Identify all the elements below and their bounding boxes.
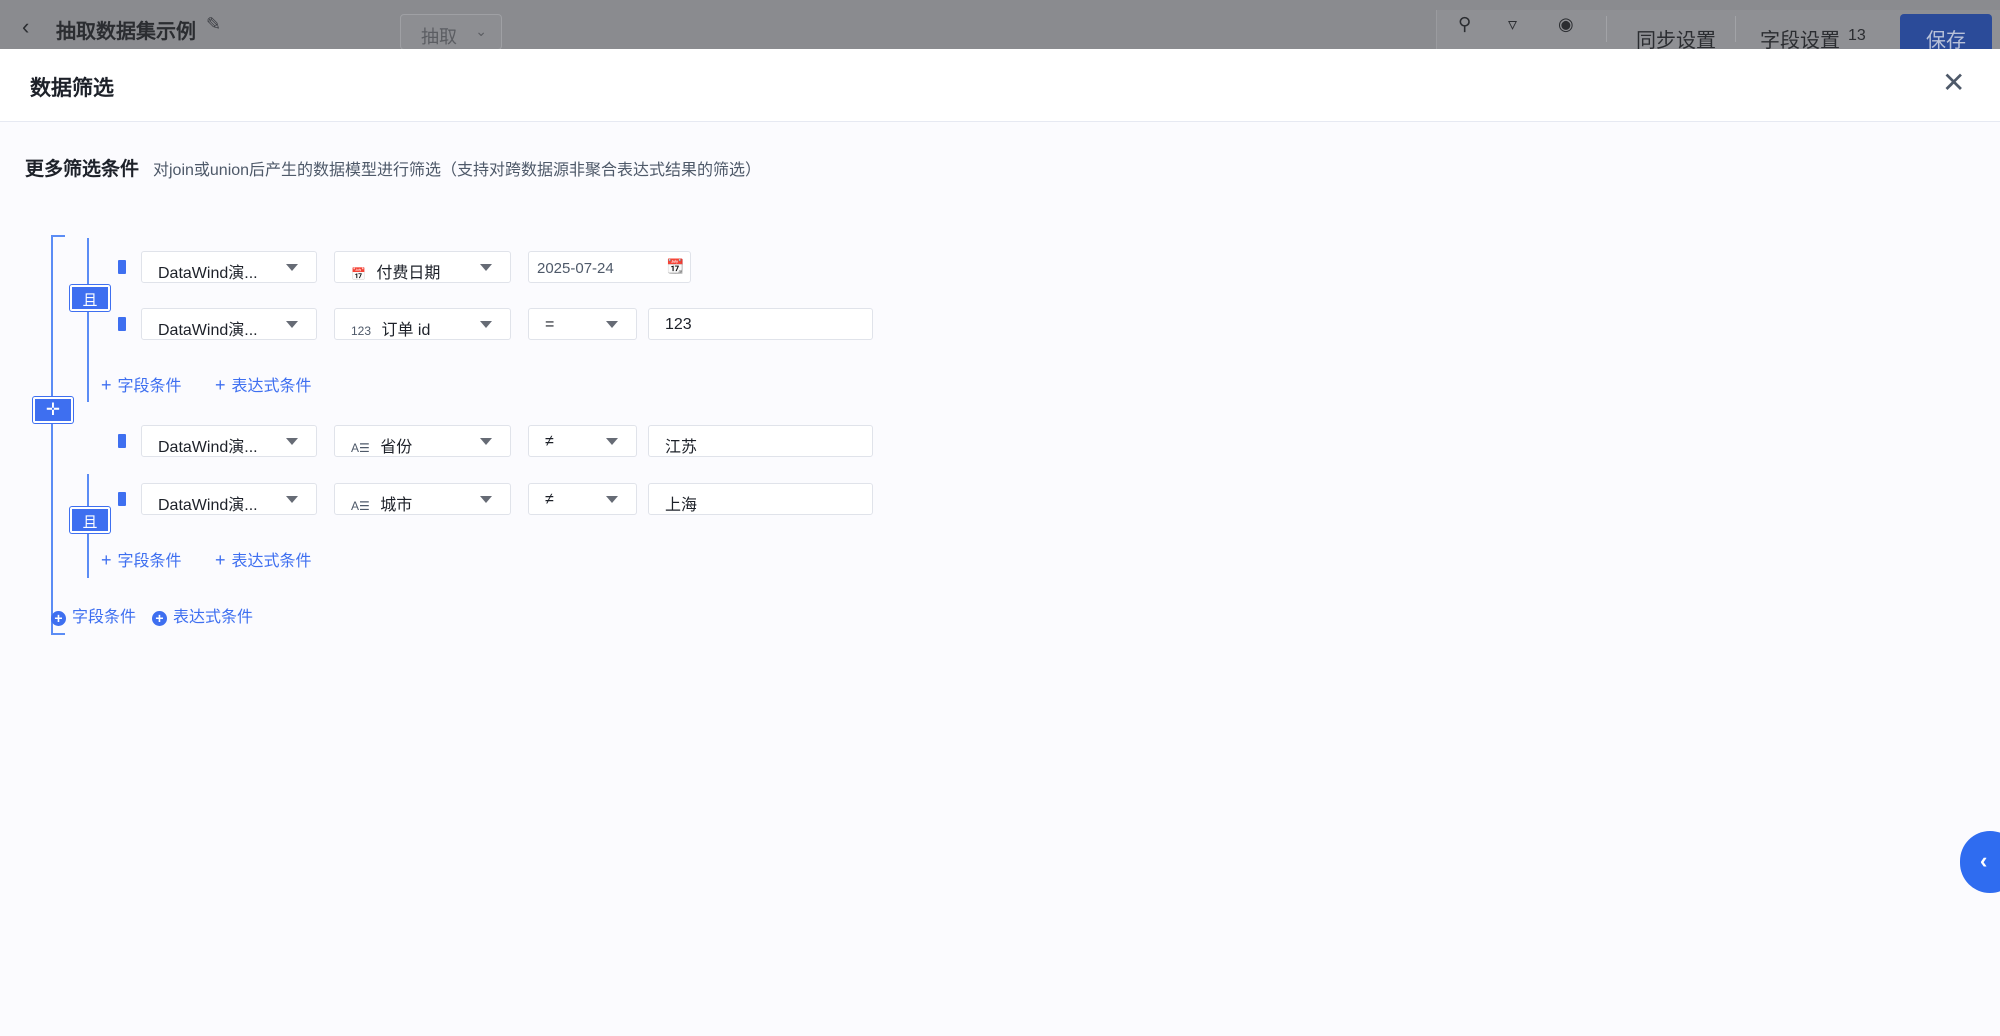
data-filter-drawer: 数据筛选 ✕ 更多筛选条件 对join或union后产生的数据模型进行筛选（支持… [0, 49, 2000, 1036]
field-value: 省份 [380, 439, 413, 456]
number-field-icon: 123 [351, 324, 372, 338]
chevron-left-icon: ‹ [1980, 848, 1988, 873]
toolbar-divider [1735, 16, 1736, 42]
data-source-select[interactable]: DataWind演... [141, 425, 317, 457]
dataset-title: 抽取数据集示例 [56, 21, 196, 43]
lineage-icon[interactable]: ⚲ [1458, 14, 1471, 35]
condition-marker [118, 434, 126, 448]
field-count-badge: 13 [1848, 27, 1866, 44]
drawer-title: 数据筛选 [30, 77, 114, 100]
caret-down-icon [286, 321, 298, 328]
caret-down-icon [286, 496, 298, 503]
date-value: 2025-07-24 [537, 260, 614, 277]
app-topbar: ‹ 抽取数据集示例 ✎ 抽取 ⌄ ⚲ ▿ ◉ 同步设置 字段设置 13 保存 [0, 0, 2000, 54]
field-select[interactable]: 123 订单 id [334, 308, 511, 340]
value-input[interactable]: 上海 [648, 483, 873, 515]
field-value: 付费日期 [376, 265, 441, 282]
and-badge[interactable]: 且 [70, 507, 110, 533]
and-connector-line [87, 238, 89, 402]
caret-down-icon [480, 438, 492, 445]
plus-circle-icon: + [152, 611, 167, 626]
connector-line [51, 235, 65, 237]
close-icon[interactable]: ✕ [1942, 69, 1965, 97]
operator-select[interactable]: ≠ [528, 425, 637, 457]
data-source-value: DataWind演... [158, 497, 258, 514]
operator-select[interactable]: ≠ [528, 483, 637, 515]
field-value: 城市 [380, 497, 413, 514]
add-expression-label: 表达式条件 [173, 609, 254, 626]
add-expression-condition-link[interactable]: + 表达式条件 [215, 547, 312, 571]
plus-circle-icon: + [51, 611, 66, 626]
extract-mode-select[interactable]: 抽取 ⌄ [400, 14, 502, 50]
data-source-select[interactable]: DataWind演... [141, 308, 317, 340]
root-add-expression-condition-link[interactable]: + 表达式条件 [152, 603, 253, 627]
caret-down-icon [606, 321, 618, 328]
field-select[interactable]: A☰ 省份 [334, 425, 511, 457]
caret-down-icon [606, 438, 618, 445]
operator-value: ≠ [545, 491, 554, 508]
caret-down-icon [606, 496, 618, 503]
filter-icon[interactable]: ▿ [1508, 14, 1517, 35]
caret-down-icon [286, 264, 298, 271]
section-description: 对join或union后产生的数据模型进行筛选（支持对跨数据源非聚合表达式结果的… [153, 162, 762, 179]
condition-marker [118, 317, 126, 331]
field-select[interactable]: A☰ 城市 [334, 483, 511, 515]
field-select[interactable]: 📅 付费日期 [334, 251, 511, 283]
add-field-condition-link[interactable]: + 字段条件 [101, 547, 182, 571]
add-expression-condition-link[interactable]: + 表达式条件 [215, 372, 312, 396]
caret-down-icon [480, 321, 492, 328]
add-expression-label: 表达式条件 [231, 553, 312, 570]
date-picker[interactable]: 2025-07-24 📆 [528, 251, 691, 283]
data-source-select[interactable]: DataWind演... [141, 251, 317, 283]
caret-down-icon [480, 496, 492, 503]
chevron-left-icon[interactable]: ‹ [22, 14, 29, 40]
caret-down-icon [480, 264, 492, 271]
field-value: 订单 id [381, 322, 431, 339]
section-title: 更多筛选条件 [25, 159, 140, 180]
plus-icon: + [215, 550, 226, 570]
operator-value: = [545, 316, 555, 333]
calendar-icon: 📆 [666, 258, 684, 274]
condition-marker [118, 260, 126, 274]
toolbar-divider [1606, 16, 1607, 42]
text-field-icon: A☰ [351, 441, 370, 455]
drawer-header: 数据筛选 ✕ [0, 49, 2000, 122]
value-input[interactable]: 江苏 [648, 425, 873, 457]
condition-marker [118, 492, 126, 506]
date-field-icon: 📅 [351, 267, 366, 281]
eye-icon[interactable]: ◉ [1558, 14, 1574, 35]
operator-value: ≠ [545, 433, 554, 450]
data-source-value: DataWind演... [158, 322, 258, 339]
root-add-field-condition-link[interactable]: + 字段条件 [51, 603, 136, 627]
operator-select[interactable]: = [528, 308, 637, 340]
add-field-label: 字段条件 [117, 553, 182, 570]
plus-icon: + [215, 375, 226, 395]
plus-icon: + [101, 375, 112, 395]
add-expression-label: 表达式条件 [231, 378, 312, 395]
caret-down-icon [286, 438, 298, 445]
add-field-label: 字段条件 [72, 609, 137, 626]
data-source-value: DataWind演... [158, 265, 258, 282]
text-field-icon: A☰ [351, 499, 370, 513]
value-input[interactable]: 123 [648, 308, 873, 340]
edit-icon[interactable]: ✎ [206, 14, 221, 35]
plus-icon: + [101, 550, 112, 570]
add-field-condition-link[interactable]: + 字段条件 [101, 372, 182, 396]
chevron-down-icon: ⌄ [475, 23, 487, 39]
save-button[interactable]: 保存 [1900, 14, 1992, 54]
or-connector-line [51, 235, 53, 635]
data-source-select[interactable]: DataWind演... [141, 483, 317, 515]
connector-line [51, 633, 65, 635]
and-badge[interactable]: 且 [70, 285, 110, 311]
extract-mode-label: 抽取 [421, 27, 457, 47]
or-badge[interactable]: ✛ [33, 397, 73, 423]
add-field-label: 字段条件 [117, 378, 182, 395]
data-source-value: DataWind演... [158, 439, 258, 456]
